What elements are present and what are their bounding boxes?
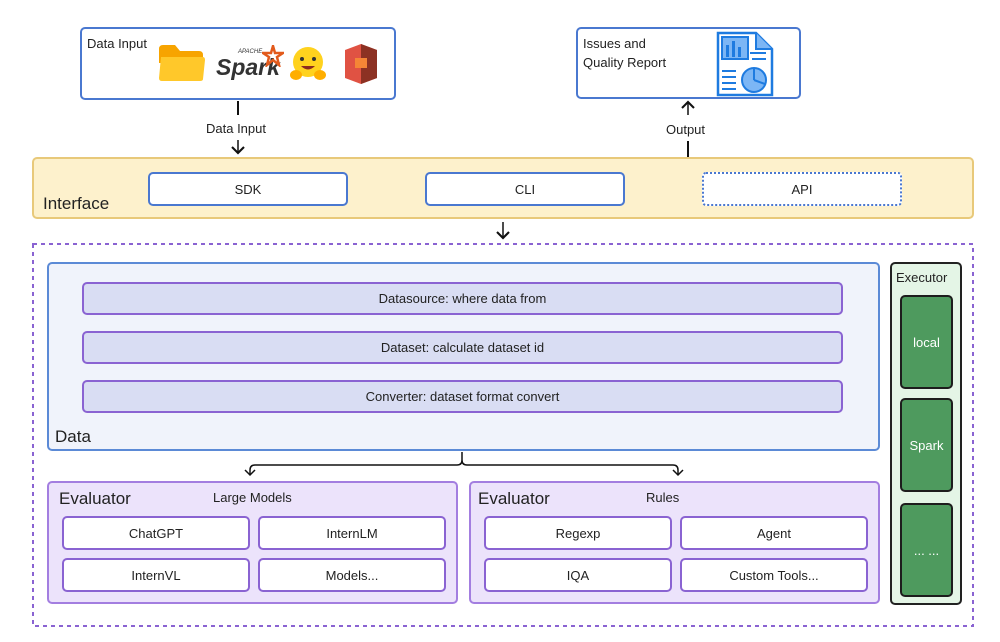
evaluator-title: Evaluator [478,489,550,508]
executor-item-more[interactable]: ... ... [900,503,953,597]
evaluator-rules: Evaluator Rules Regexp Agent IQA Custom … [469,481,880,604]
arrowhead [244,469,684,477]
evaluator-subtitle: Large Models [213,490,292,505]
report-document-icon [716,31,774,97]
api-box[interactable]: API [702,172,902,206]
data-title: Data [55,427,91,446]
evaluator-large-models: Evaluator Large Models ChatGPT InternLM … [47,481,458,604]
sdk-box[interactable]: SDK [148,172,348,206]
interface-title: Interface [43,194,110,213]
evaluator-item-regexp[interactable]: Regexp [484,516,672,550]
interface-layer: Interface SDK CLI API [32,157,974,219]
executor-item-local[interactable]: local [900,295,953,389]
evaluator-item-internvl[interactable]: InternVL [62,558,250,592]
quality-report-box: Issues and Quality Report [576,27,801,99]
evaluator-item-internlm[interactable]: InternLM [258,516,446,550]
apache-spark-logo: APACHE Spark [216,45,284,85]
hugging-face-icon [290,47,326,80]
dataset-step: Dataset: calculate dataset id [82,331,843,364]
report-label-line1: Issues and [583,36,646,51]
evaluator-subtitle: Rules [646,490,680,505]
architecture-diagram: Data Input APACHE Spark Data Input Issue… [0,0,1000,642]
executor-title: Executor [896,270,948,285]
brace-split [249,452,679,475]
data-input-arrow-label: Data Input [206,121,266,136]
report-label-line2: Quality Report [583,55,667,70]
output-arrow-label: Output [666,122,706,137]
evaluator-item-agent[interactable]: Agent [680,516,868,550]
cli-box[interactable]: CLI [425,172,625,206]
evaluator-item-custom-tools[interactable]: Custom Tools... [680,558,868,592]
executor-item-spark[interactable]: Spark [900,398,953,492]
aws-s3-icon [345,44,377,84]
evaluator-item-models[interactable]: Models... [258,558,446,592]
evaluator-title: Evaluator [59,489,131,508]
folder-icon [159,45,205,81]
datasource-step: Datasource: where data from [82,282,843,315]
evaluator-item-chatgpt[interactable]: ChatGPT [62,516,250,550]
executor-panel: Executor local Spark ... ... [890,262,962,605]
data-input-label: Data Input [87,36,147,51]
converter-step: Converter: dataset format convert [82,380,843,413]
evaluator-item-iqa[interactable]: IQA [484,558,672,592]
data-input-box: Data Input APACHE Spark [80,27,396,100]
data-layer: Datasource: where data from Dataset: cal… [47,262,880,451]
